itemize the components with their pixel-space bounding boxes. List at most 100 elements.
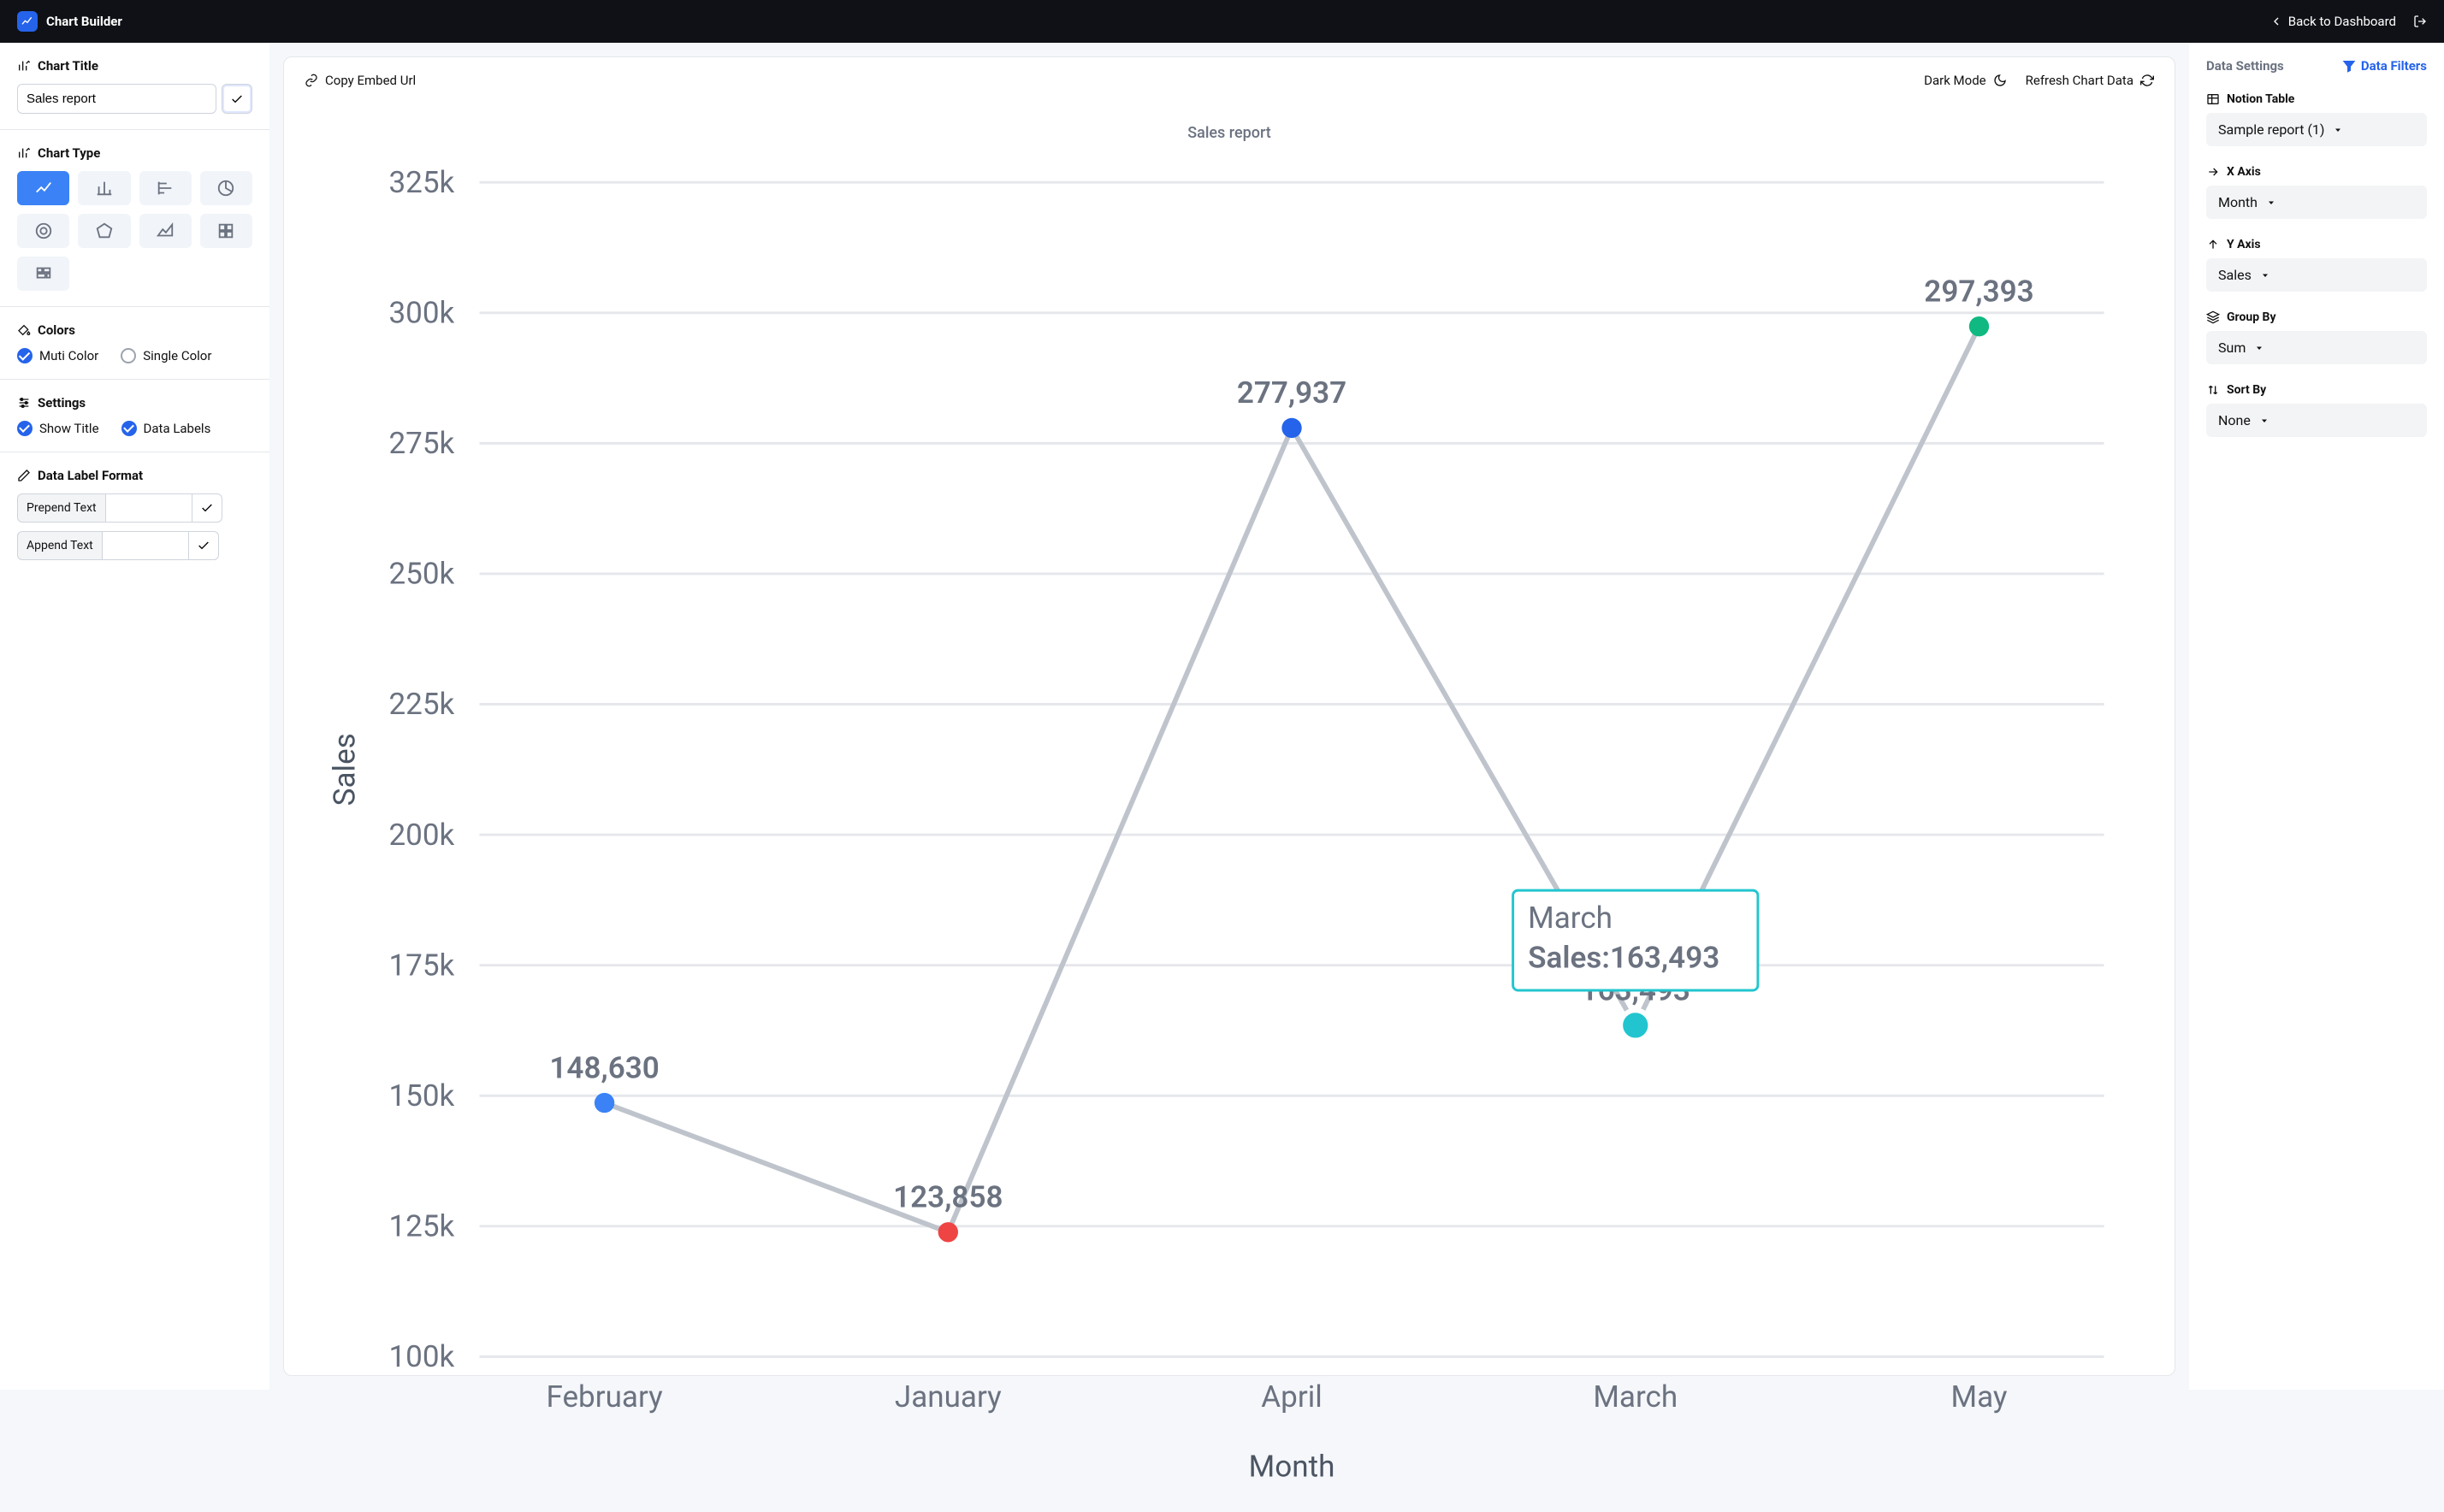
chart-title-input[interactable] (17, 84, 216, 114)
x-axis-dropdown[interactable]: Month (2206, 186, 2427, 219)
donut-chart-icon (34, 221, 53, 240)
y-axis-head: Y Axis (2206, 238, 2427, 251)
line-chart-icon (34, 179, 53, 198)
svg-text:123,858: 123,858 (893, 1179, 1003, 1215)
back-label: Back to Dashboard (2288, 14, 2396, 29)
sort-by-head: Sort By (2206, 383, 2427, 397)
check-icon (200, 501, 214, 515)
pie-chart-icon (216, 179, 235, 198)
horizontal-bar-icon (156, 179, 175, 198)
settings-head: Settings (17, 395, 252, 410)
center: Copy Embed Url Dark Mode Refresh Chart D… (269, 43, 2189, 1390)
append-label: Append Text (17, 531, 103, 560)
svg-text:100k: 100k (388, 1338, 454, 1374)
colors-head: Colors (17, 322, 252, 338)
bar-chart-up-icon (17, 59, 31, 73)
chart-title-confirm-button[interactable] (222, 84, 252, 114)
filter-icon (2342, 59, 2356, 73)
chart-type-treemap[interactable] (200, 214, 252, 248)
caret-down-icon (2254, 343, 2264, 353)
radio-checked-icon (17, 348, 33, 363)
data-labels-toggle[interactable]: Data Labels (121, 421, 211, 436)
arrow-up-icon (2206, 238, 2220, 251)
logout-icon[interactable] (2413, 15, 2427, 28)
chart-toolbar: Copy Embed Url Dark Mode Refresh Chart D… (305, 73, 2154, 88)
topbar-left: Chart Builder (17, 11, 122, 32)
svg-text:February: February (546, 1379, 663, 1415)
link-icon (305, 74, 318, 87)
chart-type-area[interactable] (139, 214, 192, 248)
refresh-button[interactable]: Refresh Chart Data (2026, 73, 2154, 88)
colors-radio-group: Muti Color Single Color (17, 348, 252, 363)
svg-text:148,630: 148,630 (549, 1049, 659, 1085)
chart-type-donut[interactable] (17, 214, 69, 248)
paint-bucket-icon (17, 323, 31, 337)
copy-embed-button[interactable]: Copy Embed Url (305, 73, 416, 88)
chart-title-head: Chart Title (17, 58, 252, 74)
chart-type-radar[interactable] (78, 214, 130, 248)
check-icon (197, 539, 210, 552)
prepend-input[interactable] (106, 493, 192, 523)
main: Chart Title Chart Type Colo (0, 43, 2444, 1390)
layers-icon (2206, 310, 2220, 324)
x-axis-head: X Axis (2206, 165, 2427, 179)
back-to-dashboard-link[interactable]: Back to Dashboard (2269, 14, 2396, 29)
settings-checks: Show Title Data Labels (17, 421, 252, 436)
chart-type-pie[interactable] (200, 171, 252, 205)
svg-text:325k: 325k (388, 164, 454, 200)
group-by-dropdown[interactable]: Sum (2206, 331, 2427, 364)
chart-title: Sales report (305, 124, 2154, 142)
svg-text:275k: 275k (388, 425, 454, 461)
arrow-right-icon (2206, 165, 2220, 179)
heatmap-icon (34, 264, 53, 283)
topbar-right: Back to Dashboard (2269, 14, 2427, 29)
radio-unchecked-icon (121, 348, 136, 363)
tab-data-settings[interactable]: Data Settings (2206, 58, 2284, 74)
toolbar-right: Dark Mode Refresh Chart Data (1924, 73, 2154, 88)
show-title-toggle[interactable]: Show Title (17, 421, 99, 436)
sliders-icon (17, 396, 31, 410)
check-on-icon (121, 421, 137, 436)
notion-table-dropdown[interactable]: Sample report (1) (2206, 113, 2427, 146)
dark-mode-toggle[interactable]: Dark Mode (1924, 73, 2006, 88)
prepend-row: Prepend Text (17, 493, 252, 523)
notion-table-head: Notion Table (2206, 92, 2427, 106)
sort-by-dropdown[interactable]: None (2206, 404, 2427, 437)
svg-text:250k: 250k (388, 556, 454, 592)
chart-type-heatmap[interactable] (17, 257, 69, 291)
notion-table-section: Notion Table Sample report (1) (2206, 92, 2427, 146)
chart-type-hbar[interactable] (139, 171, 192, 205)
svg-text:May: May (1950, 1379, 2007, 1415)
chart-type-line[interactable] (17, 171, 69, 205)
sidebar-left: Chart Title Chart Type Colo (0, 43, 269, 1390)
group-by-section: Group By Sum (2206, 310, 2427, 364)
chevron-left-icon (2269, 15, 2283, 28)
separator (0, 379, 269, 380)
app-name: Chart Builder (46, 14, 122, 29)
y-axis-dropdown[interactable]: Sales (2206, 258, 2427, 292)
svg-text:March: March (1528, 900, 1613, 936)
prepend-confirm-button[interactable] (192, 493, 222, 523)
multi-color-option[interactable]: Muti Color (17, 348, 98, 363)
append-row: Append Text (17, 531, 252, 560)
treemap-icon (216, 221, 235, 240)
radar-chart-icon (95, 221, 114, 240)
app-logo (17, 11, 38, 32)
svg-text:150k: 150k (388, 1078, 454, 1113)
moon-icon (1993, 74, 2007, 87)
svg-text:297,393: 297,393 (1924, 273, 2033, 309)
group-by-head: Group By (2206, 310, 2427, 324)
chart-card: Copy Embed Url Dark Mode Refresh Chart D… (283, 56, 2175, 1376)
caret-down-icon (2260, 270, 2270, 281)
area-chart-icon (156, 221, 175, 240)
caret-down-icon (2333, 125, 2343, 135)
chart-type-bar[interactable] (78, 171, 130, 205)
svg-text:300k: 300k (388, 294, 454, 330)
single-color-option[interactable]: Single Color (121, 348, 211, 363)
append-input[interactable] (103, 531, 188, 560)
tab-data-filters[interactable]: Data Filters (2342, 58, 2427, 74)
pencil-icon (17, 469, 31, 482)
append-confirm-button[interactable] (188, 531, 219, 560)
chart-title-row (17, 84, 252, 114)
chart-icon (21, 15, 34, 28)
